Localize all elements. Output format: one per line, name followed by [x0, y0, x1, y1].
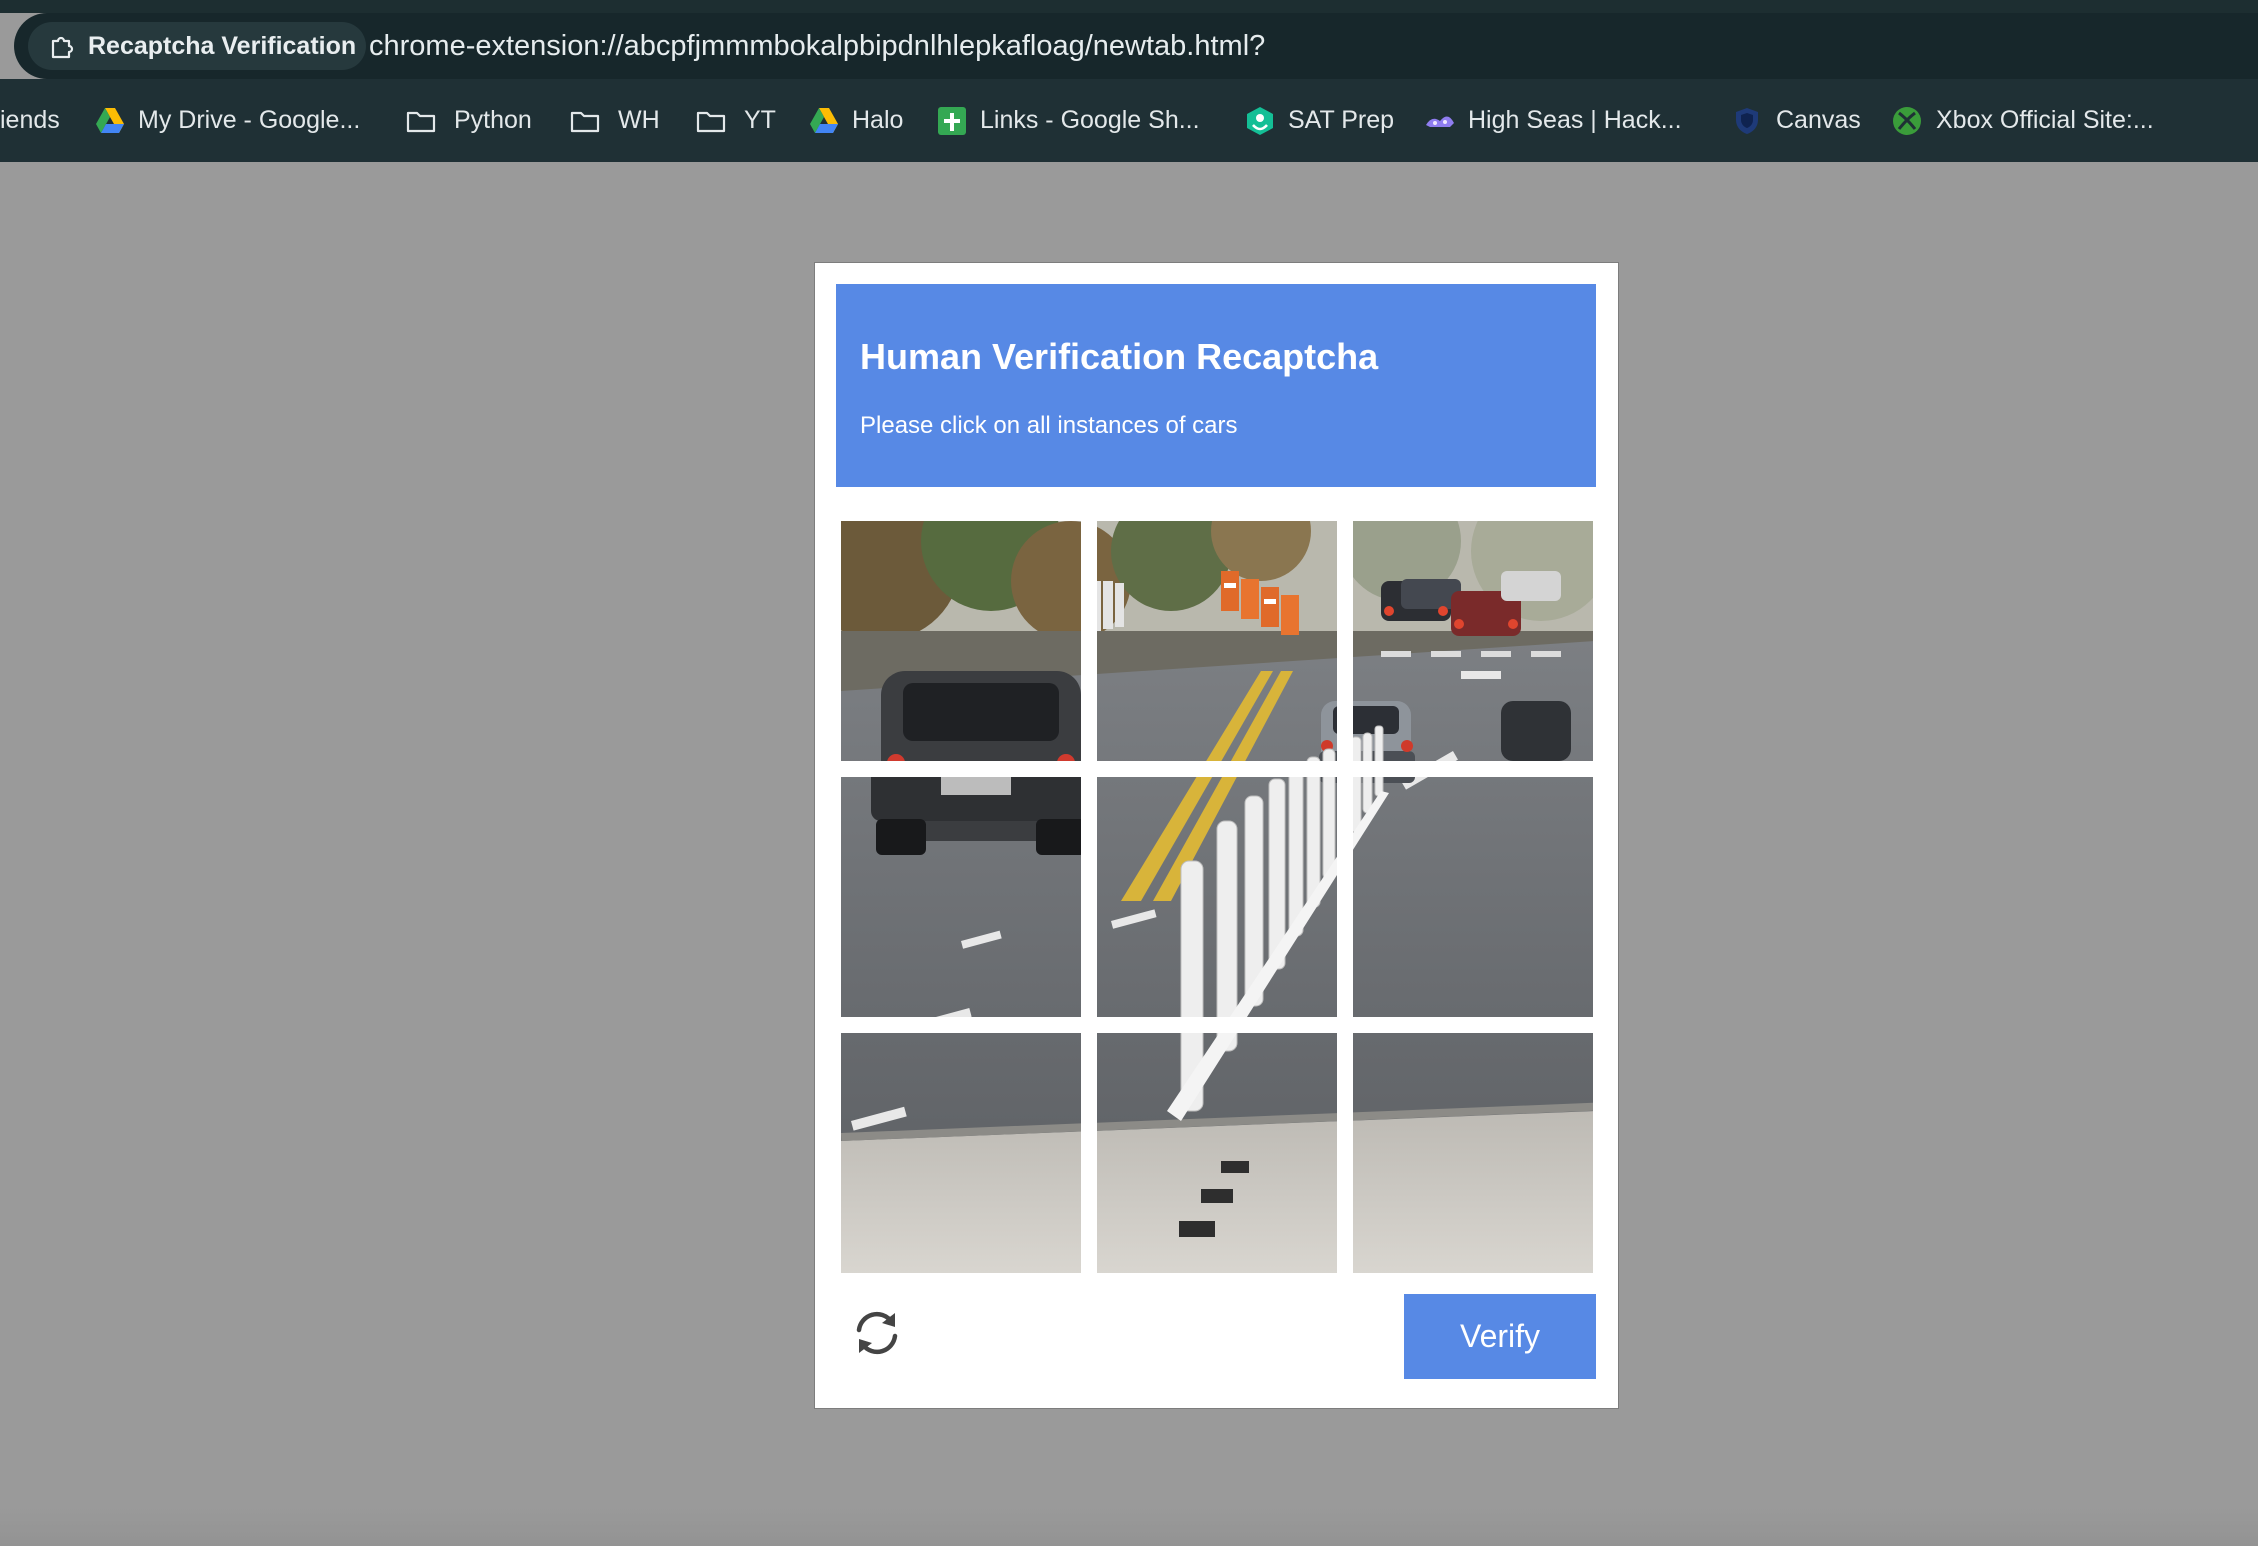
folder-icon	[696, 111, 726, 133]
khan-academy-icon	[1247, 107, 1273, 135]
url-text[interactable]: chrome-extension://abcpfjmmmbokalpbipdnl…	[369, 13, 1265, 79]
page-bottom-edge	[0, 1506, 2258, 1546]
captcha-tile-8[interactable]	[1097, 1033, 1337, 1273]
folder-icon	[570, 111, 600, 133]
captcha-card: Human Verification Recaptcha Please clic…	[815, 263, 1618, 1408]
refresh-icon[interactable]	[849, 1305, 905, 1361]
google-drive-icon	[96, 108, 124, 133]
bookmark-label: Python	[454, 106, 532, 134]
address-bar[interactable]: Recaptcha Verification chrome-extension:…	[14, 13, 2258, 79]
bookmark-label: WH	[618, 106, 660, 134]
captcha-tile-image	[1353, 777, 1593, 1017]
bookmark-label: High Seas | Hack...	[1468, 106, 1682, 134]
bookmark-label: My Drive - Google...	[138, 106, 361, 134]
extension-puzzle-icon	[51, 36, 74, 59]
captcha-tile-image	[1353, 521, 1593, 761]
captcha-tile-1[interactable]	[841, 521, 1081, 761]
captcha-image-grid	[841, 521, 1595, 1275]
google-drive-icon	[810, 108, 838, 133]
captcha-tile-2[interactable]	[1097, 521, 1337, 761]
verify-button[interactable]: Verify	[1404, 1294, 1596, 1379]
captcha-tile-7[interactable]	[841, 1033, 1081, 1273]
captcha-tile-image	[1353, 1033, 1593, 1273]
captcha-tile-5[interactable]	[1097, 777, 1337, 1017]
google-sheets-icon	[938, 107, 966, 135]
bookmark-label: Links - Google Sh...	[980, 106, 1200, 134]
captcha-title: Human Verification Recaptcha	[860, 336, 1379, 377]
browser-top-strip	[0, 0, 2258, 13]
bookmark-label: SAT Prep	[1288, 106, 1395, 134]
captcha-tile-image	[1097, 521, 1337, 761]
captcha-tile-image	[841, 521, 1081, 761]
captcha-tile-image	[1097, 777, 1337, 1017]
bookmark-label: Halo	[852, 106, 904, 134]
xbox-icon	[1893, 107, 1921, 135]
captcha-tile-image	[841, 1033, 1081, 1273]
captcha-header: Human Verification Recaptcha Please clic…	[836, 284, 1596, 487]
captcha-tile-4[interactable]	[841, 777, 1081, 1017]
captcha-tile-image	[1097, 1033, 1337, 1273]
shield-icon	[1736, 108, 1758, 134]
bookmark-label: Xbox Official Site:...	[1936, 106, 2154, 134]
folder-icon	[406, 111, 436, 133]
site-info-chip[interactable]: Recaptcha Verification	[28, 22, 366, 70]
bookmark-label: iends	[0, 106, 60, 134]
captcha-instruction: Please click on all instances of cars	[860, 412, 1238, 439]
captcha-tile-3[interactable]	[1353, 521, 1593, 761]
captcha-tile-9[interactable]	[1353, 1033, 1593, 1273]
captcha-tile-image	[841, 777, 1081, 1017]
captcha-tile-6[interactable]	[1353, 777, 1593, 1017]
bookmarks-bar: iends My Drive - Google... Python WH YT	[0, 79, 2258, 162]
bookmark-label: YT	[744, 106, 776, 134]
tab-title: Recaptcha Verification	[88, 32, 357, 60]
bookmark-label: Canvas	[1776, 106, 1861, 134]
hackclub-icon	[1426, 116, 1454, 127]
